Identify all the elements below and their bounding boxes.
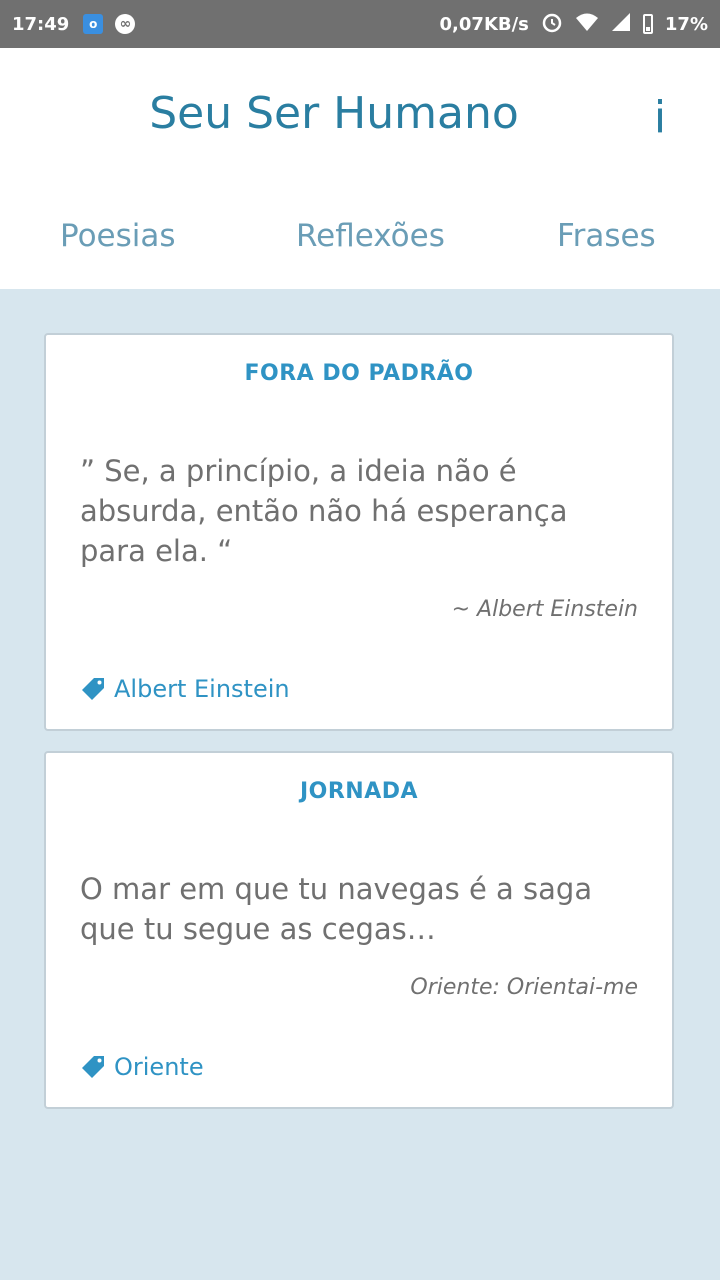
alarm-icon [541,11,563,38]
app-header: Seu Ser Humano i Poesias Reflexões Frase… [0,48,720,289]
status-time: 17:49 [12,13,70,35]
card-title: JORNADA [299,779,419,804]
tag-icon [82,1056,104,1078]
tag-label: Albert Einstein [114,675,290,703]
tab-reflexoes[interactable]: Reflexões [296,218,445,254]
battery-icon [642,14,653,34]
status-left: 17:49 o [12,0,147,48]
loop-icon [115,14,136,34]
card-tag[interactable]: Oriente [80,1053,204,1081]
card-quote: O mar em que tu navegas é a saga que tu … [80,872,593,946]
info-button[interactable]: i [640,88,680,148]
network-speed: 0,07KB/s [439,13,529,35]
card-author: Oriente: Orientai-me [410,975,638,1000]
card-title: FORA DO PADRÃO [244,361,474,386]
tag-icon [82,678,104,700]
signal-icon [611,12,631,37]
quote-card[interactable]: JORNADA O mar em que tu navegas é a saga… [44,751,674,1109]
quote-card[interactable]: FORA DO PADRÃO ” Se, a princípio, a idei… [44,333,674,731]
tab-bar: Poesias Reflexões Frases [0,208,720,268]
tab-frases[interactable]: Frases [557,218,656,254]
battery-percent: 17% [664,13,708,35]
card-author: ~ Albert Einstein [451,597,638,622]
status-right: 0,07KB/s 17% [428,0,708,48]
tag-label: Oriente [114,1053,204,1081]
tab-poesias[interactable]: Poesias [60,218,176,254]
outlook-icon: o [83,14,104,34]
wifi-icon [575,12,599,37]
status-bar: 17:49 o 0,07KB/s 17% [0,0,720,48]
app-title: Seu Ser Humano [149,88,519,139]
card-quote: ” Se, a princípio, a ideia não é absurda… [80,454,568,568]
card-tag[interactable]: Albert Einstein [80,675,290,703]
